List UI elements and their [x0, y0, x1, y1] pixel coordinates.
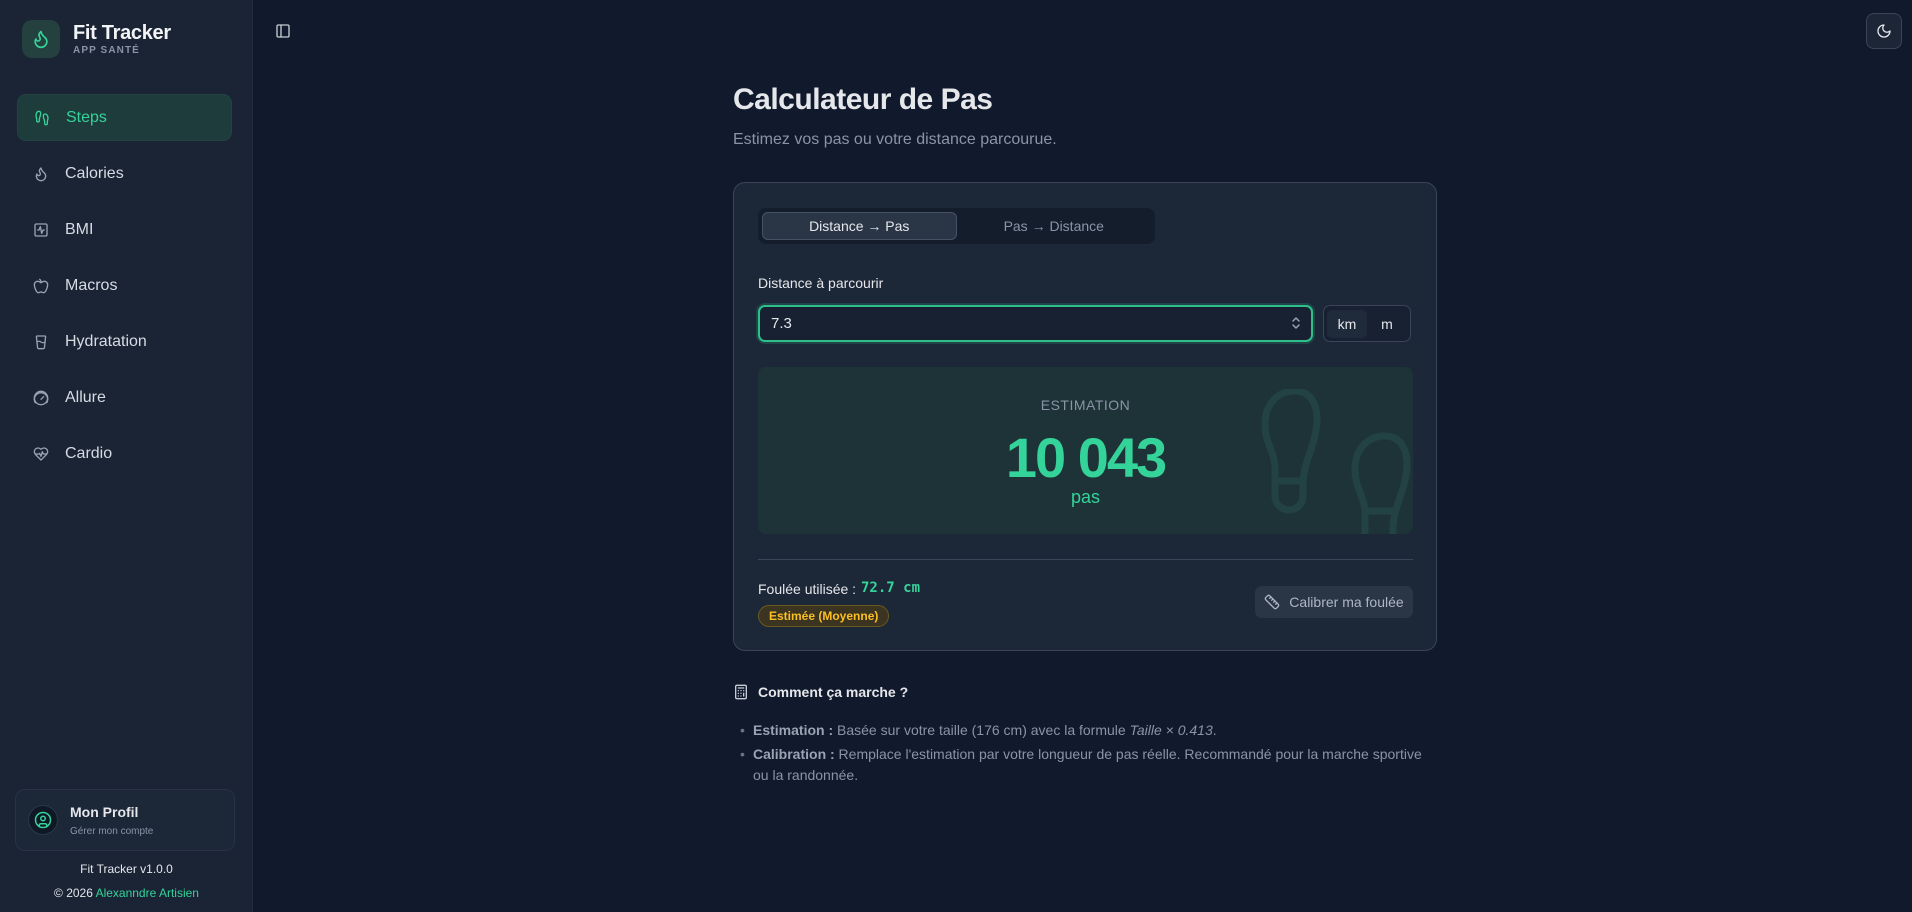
list-item-text: Basée sur votre taille (176 cm) avec la … — [833, 722, 1130, 738]
heart-pulse-icon — [33, 446, 49, 462]
sidebar-item-label: Cardio — [65, 444, 113, 462]
user-circle-icon — [28, 805, 58, 835]
sidebar-item-bmi[interactable]: BMI — [17, 206, 232, 253]
cup-icon — [33, 334, 49, 350]
distance-input[interactable] — [758, 305, 1313, 342]
apple-icon — [33, 278, 49, 294]
calibrate-stride-button[interactable]: Calibrer ma foulée — [1255, 586, 1413, 618]
stride-value: 72.7 cm — [861, 580, 921, 596]
mode-distance-to-steps[interactable]: Distance → Pas — [762, 212, 957, 240]
list-item-text: Remplace l'estimation par votre longueur… — [753, 746, 1422, 783]
calibrate-label: Calibrer ma foulée — [1289, 594, 1404, 610]
brand[interactable]: Fit Tracker APP SANTÉ — [22, 20, 171, 58]
bullet: • — [740, 722, 745, 738]
list-item: • Calibration : Remplace l'estimation pa… — [740, 744, 1440, 786]
number-stepper[interactable] — [1289, 314, 1303, 332]
profile-name: Mon Profil — [70, 803, 139, 820]
sidebar-toggle-button[interactable] — [274, 22, 292, 40]
sidebar-item-label: BMI — [65, 220, 94, 238]
panel-left-icon — [276, 24, 290, 38]
sidebar-nav: Steps Calories BMI Macros Hydratation Al… — [17, 94, 232, 486]
footprints-icon — [34, 110, 50, 126]
profile-subtitle: Gérer mon compte — [70, 825, 154, 837]
unit-selector: km m — [1323, 305, 1411, 342]
list-item-term: Estimation : — [753, 722, 834, 738]
app-name: Fit Tracker — [73, 22, 171, 44]
profile-card[interactable]: Mon Profil Gérer mon compte — [15, 789, 235, 851]
stride-status-badge: Estimée (Moyenne) — [758, 605, 890, 627]
how-it-works-title: Comment ça marche ? — [758, 684, 909, 700]
result-unit: pas — [1070, 487, 1101, 507]
page-subtitle: Estimez vos pas ou votre distance parcou… — [733, 131, 1057, 148]
result-value: 10 043 — [1005, 426, 1167, 489]
sidebar-item-label: Hydratation — [65, 332, 147, 350]
copyright: © 2026 Alexanndre Artisien — [0, 886, 253, 900]
how-it-works-list: • Estimation : Basée sur votre taille (1… — [740, 720, 1440, 789]
list-item: • Estimation : Basée sur votre taille (1… — [740, 720, 1440, 741]
sidebar-item-macros[interactable]: Macros — [17, 262, 232, 309]
chevrons-up-down-icon — [1292, 317, 1300, 329]
sidebar-item-cardio[interactable]: Cardio — [17, 430, 232, 477]
sidebar-item-label: Steps — [66, 108, 107, 126]
how-it-works-header: Comment ça marche ? — [733, 684, 908, 700]
mode-steps-to-distance[interactable]: Pas → Distance — [957, 212, 1151, 240]
sidebar-item-hydratation[interactable]: Hydratation — [17, 318, 232, 365]
author-link[interactable]: Alexanndre Artisien — [96, 886, 199, 900]
bullet: • — [740, 746, 745, 762]
calculator-icon — [735, 684, 747, 700]
list-item-term: Calibration : — [753, 746, 835, 762]
moon-icon — [1877, 24, 1891, 38]
page-title: Calculateur de Pas — [733, 83, 993, 116]
divider — [758, 559, 1413, 560]
list-item-end: . — [1212, 722, 1217, 738]
sidebar: Fit Tracker APP SANTÉ Steps Calories BMI… — [0, 0, 253, 912]
sidebar-item-label: Macros — [65, 276, 118, 294]
sidebar-item-label: Allure — [65, 388, 106, 406]
stride-label: Foulée utilisée : — [758, 581, 857, 597]
sidebar-item-allure[interactable]: Allure — [17, 374, 232, 421]
copyright-prefix: © 2026 — [54, 886, 96, 900]
ruler-icon — [1264, 594, 1280, 610]
result-panel: ESTIMATION 10 043 pas — [758, 367, 1413, 534]
unit-km-button[interactable]: km — [1327, 309, 1367, 338]
flame-logo-icon — [22, 20, 60, 58]
sidebar-item-label: Calories — [65, 164, 124, 182]
sidebar-item-calories[interactable]: Calories — [17, 150, 232, 197]
result-label: ESTIMATION — [1040, 397, 1131, 413]
theme-toggle-button[interactable] — [1866, 13, 1902, 49]
activity-square-icon — [33, 222, 49, 238]
formula: Taille × 0.413 — [1129, 722, 1213, 738]
unit-m-button[interactable]: m — [1367, 310, 1407, 338]
distance-label: Distance à parcourir — [758, 275, 884, 291]
app-version: Fit Tracker v1.0.0 — [80, 862, 173, 876]
app-subtitle: APP SANTÉ — [73, 45, 140, 56]
calculator-card: Distance → Pas Pas → Distance Distance à… — [733, 182, 1437, 651]
gauge-icon — [33, 390, 49, 406]
mode-toggle: Distance → Pas Pas → Distance — [758, 208, 1155, 244]
sidebar-item-steps[interactable]: Steps — [17, 94, 232, 141]
flame-icon — [33, 166, 49, 182]
